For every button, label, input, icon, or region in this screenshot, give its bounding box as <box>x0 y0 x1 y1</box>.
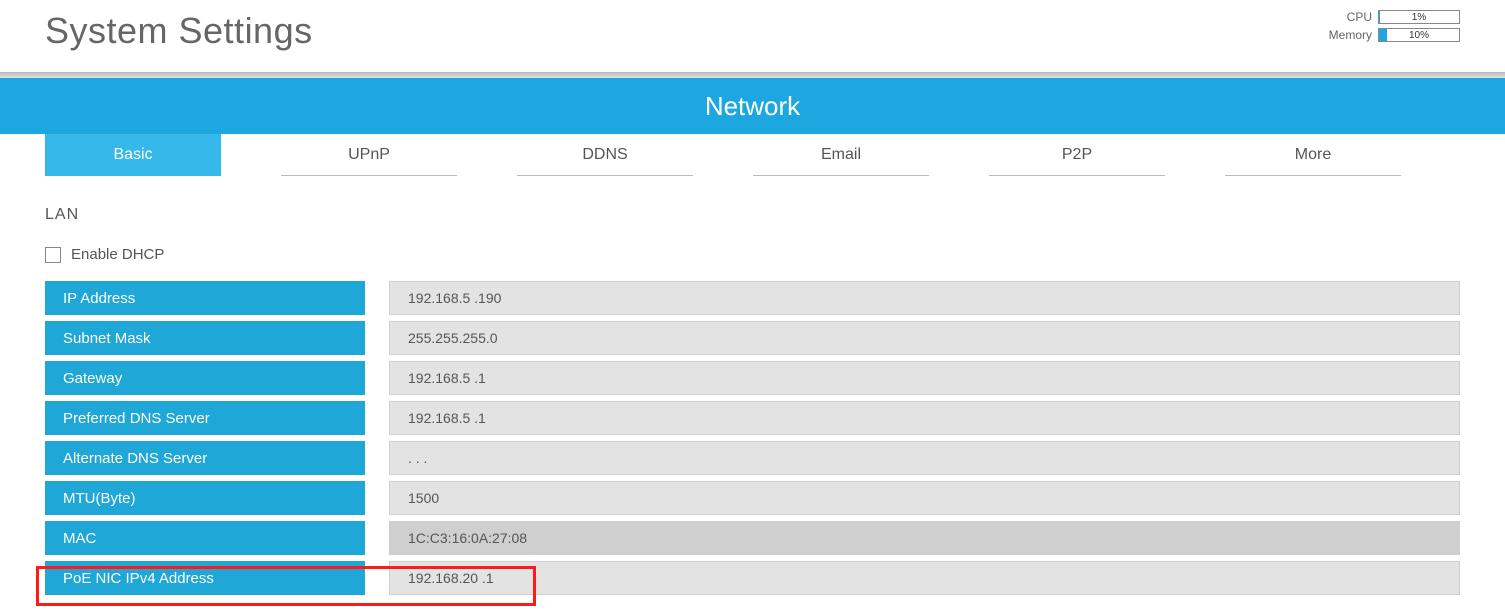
memory-label: Memory <box>1329 28 1372 42</box>
page-title: System Settings <box>45 10 313 52</box>
tab-upnp[interactable]: UPnP <box>281 134 457 176</box>
cpu-bar: 1% <box>1378 10 1460 24</box>
form-row: MTU(Byte) 1500 <box>45 481 1460 515</box>
tab-more[interactable]: More <box>1225 134 1401 176</box>
memory-bar: 10% <box>1378 28 1460 42</box>
field-label: Subnet Mask <box>45 321 365 355</box>
field-value[interactable]: 192.168.20 .1 <box>389 561 1460 595</box>
field-value[interactable]: 192.168.5 .1 <box>389 361 1460 395</box>
form-row: IP Address 192.168.5 .190 <box>45 281 1460 315</box>
tab-basic[interactable]: Basic <box>45 134 221 176</box>
field-value[interactable]: . . . <box>389 441 1460 475</box>
field-label: MAC <box>45 521 365 555</box>
form-row: Gateway 192.168.5 .1 <box>45 361 1460 395</box>
network-form-rows: IP Address 192.168.5 .190 Subnet Mask 255.2… <box>45 281 1460 595</box>
lan-section-label: LAN <box>45 206 1460 224</box>
cpu-percent: 1% <box>1379 11 1459 23</box>
field-label: Alternate DNS Server <box>45 441 365 475</box>
enable-dhcp-checkbox[interactable] <box>45 247 61 263</box>
tab-p2p[interactable]: P2P <box>989 134 1165 176</box>
cpu-stat: CPU 1% <box>1329 10 1460 24</box>
form-row: Preferred DNS Server 192.168.5 .1 <box>45 401 1460 435</box>
cpu-label: CPU <box>1347 10 1372 24</box>
enable-dhcp-label: Enable DHCP <box>71 246 164 263</box>
memory-percent: 10% <box>1379 29 1459 41</box>
form-row: Subnet Mask 255.255.255.0 <box>45 321 1460 355</box>
form-row: PoE NIC IPv4 Address 192.168.20 .1 <box>45 561 1460 595</box>
field-label: Gateway <box>45 361 365 395</box>
tab-ddns[interactable]: DDNS <box>517 134 693 176</box>
enable-dhcp-row[interactable]: Enable DHCP <box>45 246 1460 263</box>
tab-email[interactable]: Email <box>753 134 929 176</box>
field-value[interactable]: 1500 <box>389 481 1460 515</box>
system-stats: CPU 1% Memory 10% <box>1329 10 1460 42</box>
field-label: PoE NIC IPv4 Address <box>45 561 365 595</box>
memory-stat: Memory 10% <box>1329 28 1460 42</box>
form-row: Alternate DNS Server . . . <box>45 441 1460 475</box>
field-value[interactable]: 192.168.5 .190 <box>389 281 1460 315</box>
field-value[interactable]: 255.255.255.0 <box>389 321 1460 355</box>
section-banner: Network <box>0 78 1505 134</box>
field-value[interactable]: 192.168.5 .1 <box>389 401 1460 435</box>
field-label: Preferred DNS Server <box>45 401 365 435</box>
field-label: IP Address <box>45 281 365 315</box>
field-value: 1C:C3:16:0A:27:08 <box>389 521 1460 555</box>
field-label: MTU(Byte) <box>45 481 365 515</box>
tab-bar: Basic UPnP DDNS Email P2P More <box>0 134 1505 176</box>
form-row: MAC 1C:C3:16:0A:27:08 <box>45 521 1460 555</box>
